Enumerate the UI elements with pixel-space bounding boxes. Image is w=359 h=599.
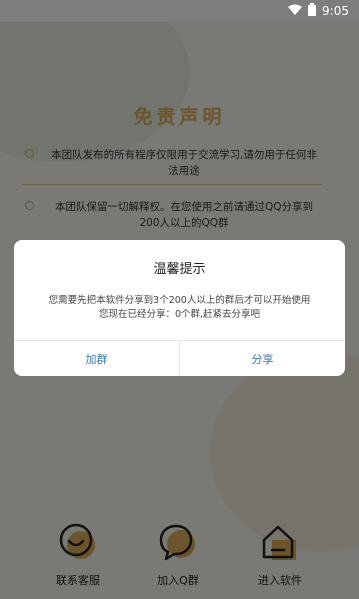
battery-icon: [308, 3, 317, 19]
clock-time: 9:05: [322, 4, 349, 18]
wifi-icon: [288, 4, 303, 18]
status-icons: 9:05: [288, 3, 349, 19]
dialog-message-line: 您需要先把本软件分享到3个200人以上的群后才可以开始使用: [48, 295, 311, 306]
join-group-button[interactable]: 加群: [14, 341, 179, 376]
dialog-message-line: 您现在已经分享：0个群,赶紧去分享吧: [98, 309, 261, 320]
dialog-title: 温馨提示: [153, 262, 206, 277]
status-bar: 9:05: [0, 0, 359, 22]
tip-dialog: 温馨提示 您需要先把本软件分享到3个200人以上的群后才可以开始使用 您现在已经…: [14, 240, 345, 376]
dialog-message: 您需要先把本软件分享到3个200人以上的群后才可以开始使用 您现在已经分享：0个…: [24, 294, 335, 322]
share-button[interactable]: 分享: [180, 341, 345, 376]
